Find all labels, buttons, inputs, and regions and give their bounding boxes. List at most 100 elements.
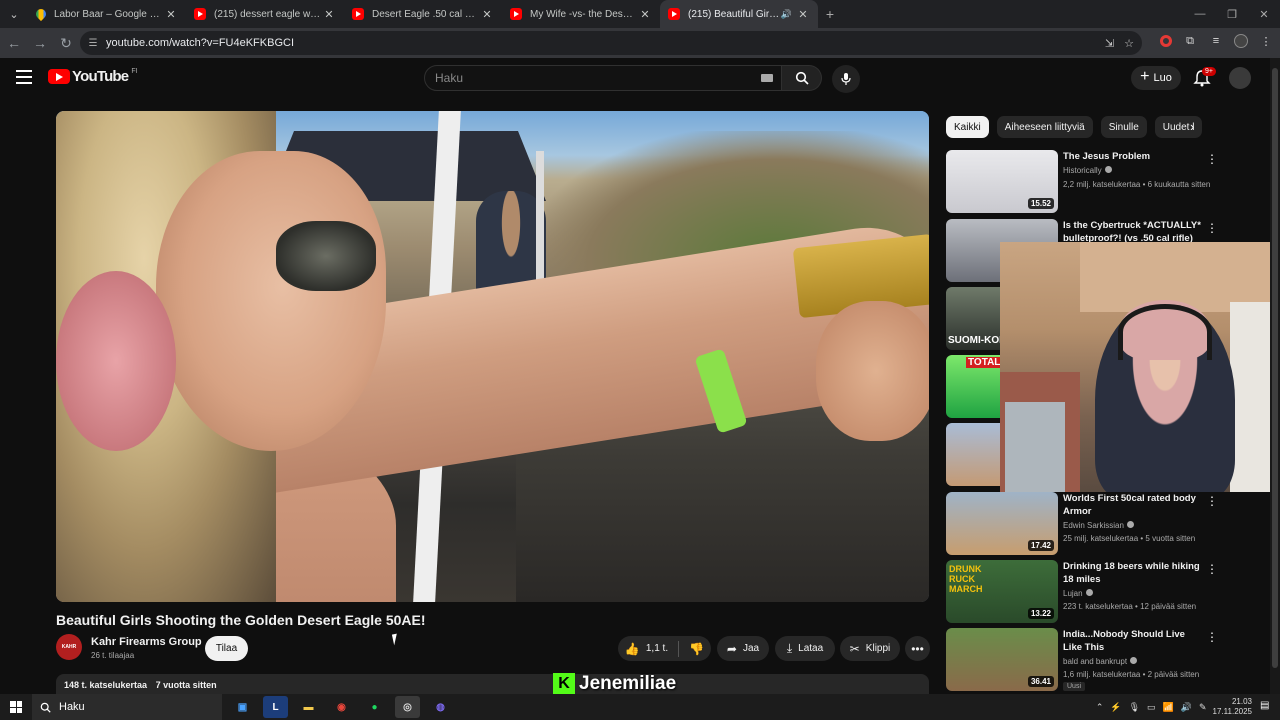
- more-vertical-icon[interactable]: ⋮: [1206, 562, 1218, 576]
- verified-icon: [1085, 589, 1093, 596]
- scrollbar-thumb[interactable]: [1272, 68, 1278, 668]
- search-input[interactable]: Haku: [424, 65, 782, 91]
- tab-search-icon[interactable]: ⌄: [0, 0, 28, 28]
- more-vertical-icon[interactable]: ⋮: [1206, 494, 1218, 508]
- pen-icon[interactable]: ✎: [1199, 702, 1207, 713]
- video-thumbnail[interactable]: 36.41: [946, 628, 1058, 691]
- recommendation-channel[interactable]: bald and bankrupt: [1063, 657, 1138, 666]
- tab-close-icon[interactable]: ✕: [322, 8, 336, 21]
- video-player[interactable]: [56, 111, 929, 602]
- like-count[interactable]: 1,1 t.: [646, 643, 668, 654]
- tab-close-icon[interactable]: ✕: [164, 8, 178, 21]
- volume-icon[interactable]: 🔊: [1181, 702, 1192, 713]
- download-button[interactable]: ⤓ Lataa: [775, 636, 835, 661]
- recommendation-title[interactable]: India...Nobody Should Live Like This: [1063, 628, 1203, 654]
- voice-search-button[interactable]: [832, 65, 860, 93]
- dislike-icon[interactable]: 👎: [689, 642, 704, 656]
- search-button[interactable]: [782, 65, 822, 91]
- recommendation-channel[interactable]: Lujan: [1063, 589, 1093, 598]
- page-scrollbar[interactable]: [1270, 58, 1280, 694]
- network-icon[interactable]: ⚡: [1110, 702, 1121, 713]
- clip-button[interactable]: ✂ Klippi: [840, 636, 900, 661]
- back-icon[interactable]: ←: [2, 31, 26, 55]
- tab-close-icon[interactable]: ✕: [638, 8, 652, 21]
- messenger-icon[interactable]: ◍: [428, 696, 453, 718]
- youtube-logo[interactable]: YouTube FI: [48, 68, 138, 85]
- minimize-icon[interactable]: —: [1184, 0, 1216, 28]
- clock[interactable]: 21.03 17.11.2025: [1213, 697, 1252, 717]
- recommendation-title[interactable]: Worlds First 50cal rated body Armor: [1063, 492, 1203, 518]
- taskbar-search-label: Haku: [59, 701, 85, 713]
- tab-close-icon[interactable]: ✕: [480, 8, 494, 21]
- file-explorer-icon[interactable]: ▬: [296, 696, 321, 718]
- address-bar[interactable]: ☰ youtube.com/watch?v=FU4eKFKBGCI ⇲ ☆: [80, 31, 1142, 55]
- chevron-up-icon[interactable]: ⌃: [1096, 702, 1104, 713]
- recommendation-item[interactable]: 36.41 India...Nobody Should Live Like Th…: [946, 628, 1266, 692]
- url-text: youtube.com/watch?v=FU4eKFKBGCI: [106, 37, 294, 49]
- tab-close-icon[interactable]: ✕: [796, 8, 810, 21]
- extensions-puzzle-icon[interactable]: ⧉: [1182, 33, 1198, 49]
- create-button[interactable]: + Luo: [1131, 66, 1181, 90]
- chrome-icon[interactable]: ◉: [329, 696, 354, 718]
- restore-icon[interactable]: ❐: [1216, 0, 1248, 28]
- video-thumbnail[interactable]: 15.52: [946, 150, 1058, 213]
- profile-avatar-icon[interactable]: [1234, 34, 1248, 48]
- video-thumbnail[interactable]: DRUNK RUCK MARCH 13.22: [946, 560, 1058, 623]
- recommendation-item[interactable]: 17.42 Worlds First 50cal rated body Armo…: [946, 492, 1266, 556]
- obs-icon[interactable]: ◎: [395, 696, 420, 718]
- more-vertical-icon[interactable]: ⋮: [1206, 221, 1218, 235]
- mic-tray-icon[interactable]: 🎙: [1129, 702, 1140, 713]
- youtube-icon: [194, 8, 206, 20]
- tab-title: My Wife -vs- the Desert Eagle: [530, 8, 638, 20]
- new-tab-button[interactable]: +: [818, 6, 842, 22]
- hamburger-menu-icon[interactable]: [16, 70, 32, 84]
- browser-tab[interactable]: Desert Eagle .50 cal & woman s ✕: [344, 0, 502, 28]
- scissors-icon: ✂: [849, 641, 860, 656]
- recommendation-title[interactable]: The Jesus Problem: [1063, 150, 1203, 163]
- browser-menu-icon[interactable]: ⋮: [1258, 33, 1274, 49]
- forward-icon[interactable]: →: [28, 31, 52, 55]
- bookmark-star-icon[interactable]: ☆: [1124, 37, 1134, 50]
- start-button[interactable]: [0, 694, 32, 720]
- recommendation-channel[interactable]: Edwin Sarkissian: [1063, 521, 1134, 530]
- chip-new[interactable]: Uudet l: [1154, 116, 1203, 138]
- chip-for-you[interactable]: Sinulle: [1100, 116, 1147, 138]
- media-control-icon[interactable]: ≡: [1208, 33, 1224, 49]
- subscribe-button[interactable]: Tilaa: [205, 636, 248, 661]
- extension-opera-icon[interactable]: [1160, 35, 1172, 47]
- browser-tab-active[interactable]: (215) Beautiful Girls Shooting the Golde…: [660, 0, 818, 28]
- video-thumbnail[interactable]: 17.42: [946, 492, 1058, 555]
- upload-age: 7 vuotta sitten: [155, 680, 217, 690]
- recommendation-item[interactable]: 15.52 The Jesus Problem Historically 2,2…: [946, 150, 1266, 214]
- recommendation-item[interactable]: DRUNK RUCK MARCH 13.22 Drinking 18 beers…: [946, 560, 1266, 624]
- more-vertical-icon[interactable]: ⋮: [1206, 630, 1218, 644]
- recommendation-title[interactable]: Drinking 18 beers while hiking 18 miles: [1063, 560, 1203, 586]
- browser-tab[interactable]: My Wife -vs- the Desert Eagle ✕: [502, 0, 660, 28]
- chevron-right-icon[interactable]: ›: [1190, 119, 1194, 134]
- keyboard-icon[interactable]: [761, 74, 773, 82]
- display-icon[interactable]: ▭: [1147, 702, 1156, 713]
- browser-tab[interactable]: Labor Baar – Google Maps ✕: [28, 0, 186, 28]
- like-icon[interactable]: 👍: [625, 642, 640, 656]
- account-avatar[interactable]: [1229, 67, 1251, 89]
- chip-related[interactable]: Aiheeseen liittyviä: [996, 116, 1093, 138]
- reload-icon[interactable]: ↻: [54, 31, 78, 55]
- spotify-icon[interactable]: ●: [362, 696, 387, 718]
- taskbar-app-icon[interactable]: ▣: [230, 696, 255, 718]
- notification-center-icon[interactable]: ▤: [1260, 700, 1274, 714]
- share-button[interactable]: ➦ Jaa: [717, 636, 769, 661]
- chip-all[interactable]: Kaikki: [946, 116, 989, 138]
- more-actions-button[interactable]: •••: [905, 636, 930, 661]
- taskbar-app-l-icon[interactable]: L: [263, 696, 288, 718]
- site-info-icon[interactable]: ☰: [86, 36, 100, 50]
- speaker-icon[interactable]: 🔊: [781, 9, 792, 20]
- channel-name[interactable]: Kahr Firearms Group: [91, 636, 202, 648]
- more-vertical-icon[interactable]: ⋮: [1206, 152, 1218, 166]
- taskbar-search[interactable]: Haku: [32, 694, 222, 720]
- browser-tab[interactable]: (215) dessert eagle woman - YouTube ✕: [186, 0, 344, 28]
- wifi-icon[interactable]: 📶: [1163, 702, 1174, 713]
- channel-avatar[interactable]: KAHR: [56, 634, 82, 660]
- install-app-icon[interactable]: ⇲: [1105, 37, 1114, 50]
- close-window-icon[interactable]: ✕: [1248, 0, 1280, 28]
- recommendation-channel[interactable]: Historically: [1063, 166, 1112, 175]
